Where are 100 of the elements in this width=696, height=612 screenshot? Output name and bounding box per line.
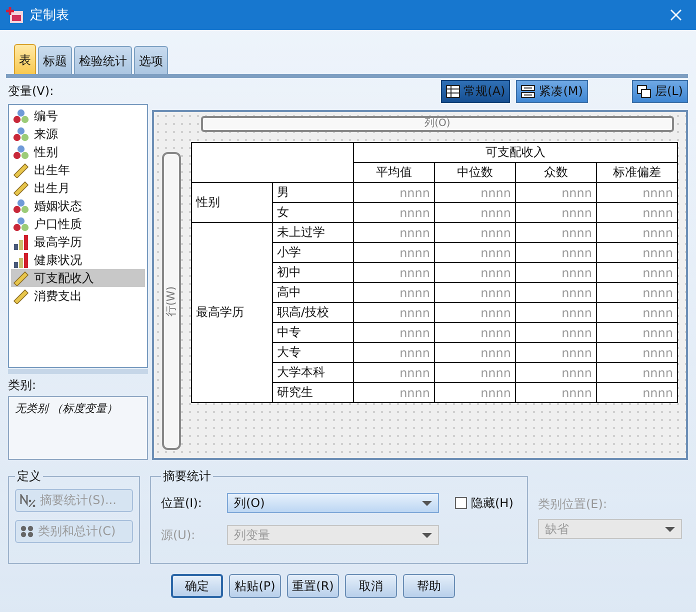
table-cell: nnnn — [596, 262, 678, 282]
table-cell: nnnn — [596, 222, 678, 242]
dialog-button[interactable]: 帮助 — [403, 574, 455, 598]
table-cell: nnnn — [434, 262, 516, 282]
table-cell: nnnn — [354, 322, 434, 342]
table-cell: nnnn — [516, 362, 596, 382]
table-cell: nnnn — [516, 382, 596, 402]
table-cell: nnnn — [516, 262, 596, 282]
dialog-button[interactable]: 取消 — [345, 574, 397, 598]
table-header: 可支配收入 — [354, 142, 678, 162]
variable-item[interactable]: 出生年 — [11, 161, 145, 179]
table-cell: nnnn — [434, 202, 516, 222]
variable-item[interactable]: 来源 — [11, 125, 145, 143]
group-title: 定义 — [16, 468, 42, 485]
categories-label: 类别: — [8, 377, 38, 394]
table-cell: 未上过学 — [272, 222, 354, 242]
group-title: 摘要统计 — [162, 468, 212, 485]
position-label: 位置(I): — [161, 494, 203, 512]
variable-item[interactable]: 编号 — [11, 107, 145, 125]
table-cell: 大学本科 — [272, 362, 354, 382]
table-cell: nnnn — [596, 342, 678, 362]
table-cell: 职高/技校 — [272, 302, 354, 322]
table-cell: 大专 — [272, 342, 354, 362]
circles-icon — [13, 144, 29, 160]
table-cell: nnnn — [596, 242, 678, 262]
circles-icon — [13, 216, 29, 232]
table-cell: nnnn — [354, 262, 434, 282]
table-cell: nnnn — [434, 242, 516, 262]
ruler-icon — [13, 162, 29, 178]
table-cell: nnnn — [354, 362, 434, 382]
category-position-label: 类别位置(E): — [538, 496, 608, 513]
dialog-button[interactable]: 重置(R) — [287, 574, 339, 598]
close-icon[interactable] — [670, 9, 682, 21]
table-cell: nnnn — [434, 322, 516, 342]
view-button[interactable]: 紧凑(M) — [516, 80, 588, 102]
table-cell: nnnn — [354, 302, 434, 322]
dialog-button[interactable]: 粘贴(P) — [229, 574, 281, 598]
table-cell: nnnn — [516, 202, 596, 222]
table-cell: nnnn — [516, 282, 596, 302]
tab[interactable]: 选项 — [134, 46, 168, 76]
table-cell: nnnn — [434, 182, 516, 202]
circles-icon — [13, 108, 29, 124]
bar-chart-icon — [13, 234, 29, 250]
table-cell: nnnn — [354, 242, 434, 262]
dots-icon — [20, 525, 34, 538]
variable-item[interactable]: 消费支出 — [11, 287, 145, 305]
table-cell: nnnn — [434, 362, 516, 382]
table-cell: nnnn — [516, 222, 596, 242]
table-cell: 初中 — [272, 262, 354, 282]
table-cell: nnnn — [354, 282, 434, 302]
table-header: 平均值 — [354, 162, 434, 182]
table-cell: nnnn — [354, 382, 434, 402]
table-header: 众数 — [516, 162, 596, 182]
variable-item[interactable]: 婚姻状态 — [11, 197, 145, 215]
hide-checkbox[interactable]: 隐藏(H) — [455, 494, 514, 512]
table-cell: nnnn — [354, 202, 434, 222]
ruler-icon — [13, 270, 29, 286]
table-cell: nnnn — [516, 302, 596, 322]
table-cell: 小学 — [272, 242, 354, 262]
circles-icon — [13, 198, 29, 214]
view-button[interactable]: 层(L) — [632, 80, 688, 102]
variable-item[interactable]: 户口性质 — [11, 215, 145, 233]
row-drop-bar[interactable]: 行(W) — [162, 152, 181, 450]
variable-item[interactable]: 可支配收入 — [11, 269, 145, 287]
table-cell: nnnn — [516, 342, 596, 362]
position-dropdown[interactable]: 列(O) — [227, 493, 439, 513]
app-icon — [6, 6, 24, 24]
table-cell: nnnn — [434, 282, 516, 302]
tab[interactable]: 标题 — [38, 46, 72, 76]
table-cell: nnnn — [596, 282, 678, 302]
dialog-button[interactable]: 确定 — [171, 574, 223, 598]
table-cell: 中专 — [272, 322, 354, 342]
table-cell: nnnn — [434, 382, 516, 402]
variable-item[interactable]: 最高学历 — [11, 233, 145, 251]
column-drop-bar[interactable]: 列(O) — [201, 116, 674, 132]
table-cell: nnnn — [596, 362, 678, 382]
table-cell: nnnn — [354, 222, 434, 242]
table-cell: nnnn — [354, 182, 434, 202]
table-cell: nnnn — [516, 322, 596, 342]
window-title: 定制表 — [30, 7, 70, 24]
tab[interactable]: 表 — [14, 44, 36, 76]
table-cell: nnnn — [434, 302, 516, 322]
bar-chart-icon — [13, 252, 29, 268]
tab[interactable]: 检验统计 — [74, 46, 132, 76]
variable-item[interactable]: 出生月 — [11, 179, 145, 197]
table-cell: 最高学历 — [192, 222, 272, 402]
table-cell: 高中 — [272, 282, 354, 302]
table-cell: nnnn — [354, 342, 434, 362]
source-label: 源(U): — [161, 526, 196, 544]
table-cell: 男 — [272, 182, 354, 202]
compact-rows-icon — [521, 84, 536, 98]
table-cell: nnnn — [596, 302, 678, 322]
table-cell: 女 — [272, 202, 354, 222]
variable-item[interactable]: 健康状况 — [11, 251, 145, 269]
table-cell: nnnn — [596, 322, 678, 342]
variables-label: 变量(V): — [8, 82, 54, 100]
ruler-icon — [13, 180, 29, 196]
table-header: 标准偏差 — [596, 162, 678, 182]
table-cell: nnnn — [434, 342, 516, 362]
variable-item[interactable]: 性别 — [11, 143, 145, 161]
